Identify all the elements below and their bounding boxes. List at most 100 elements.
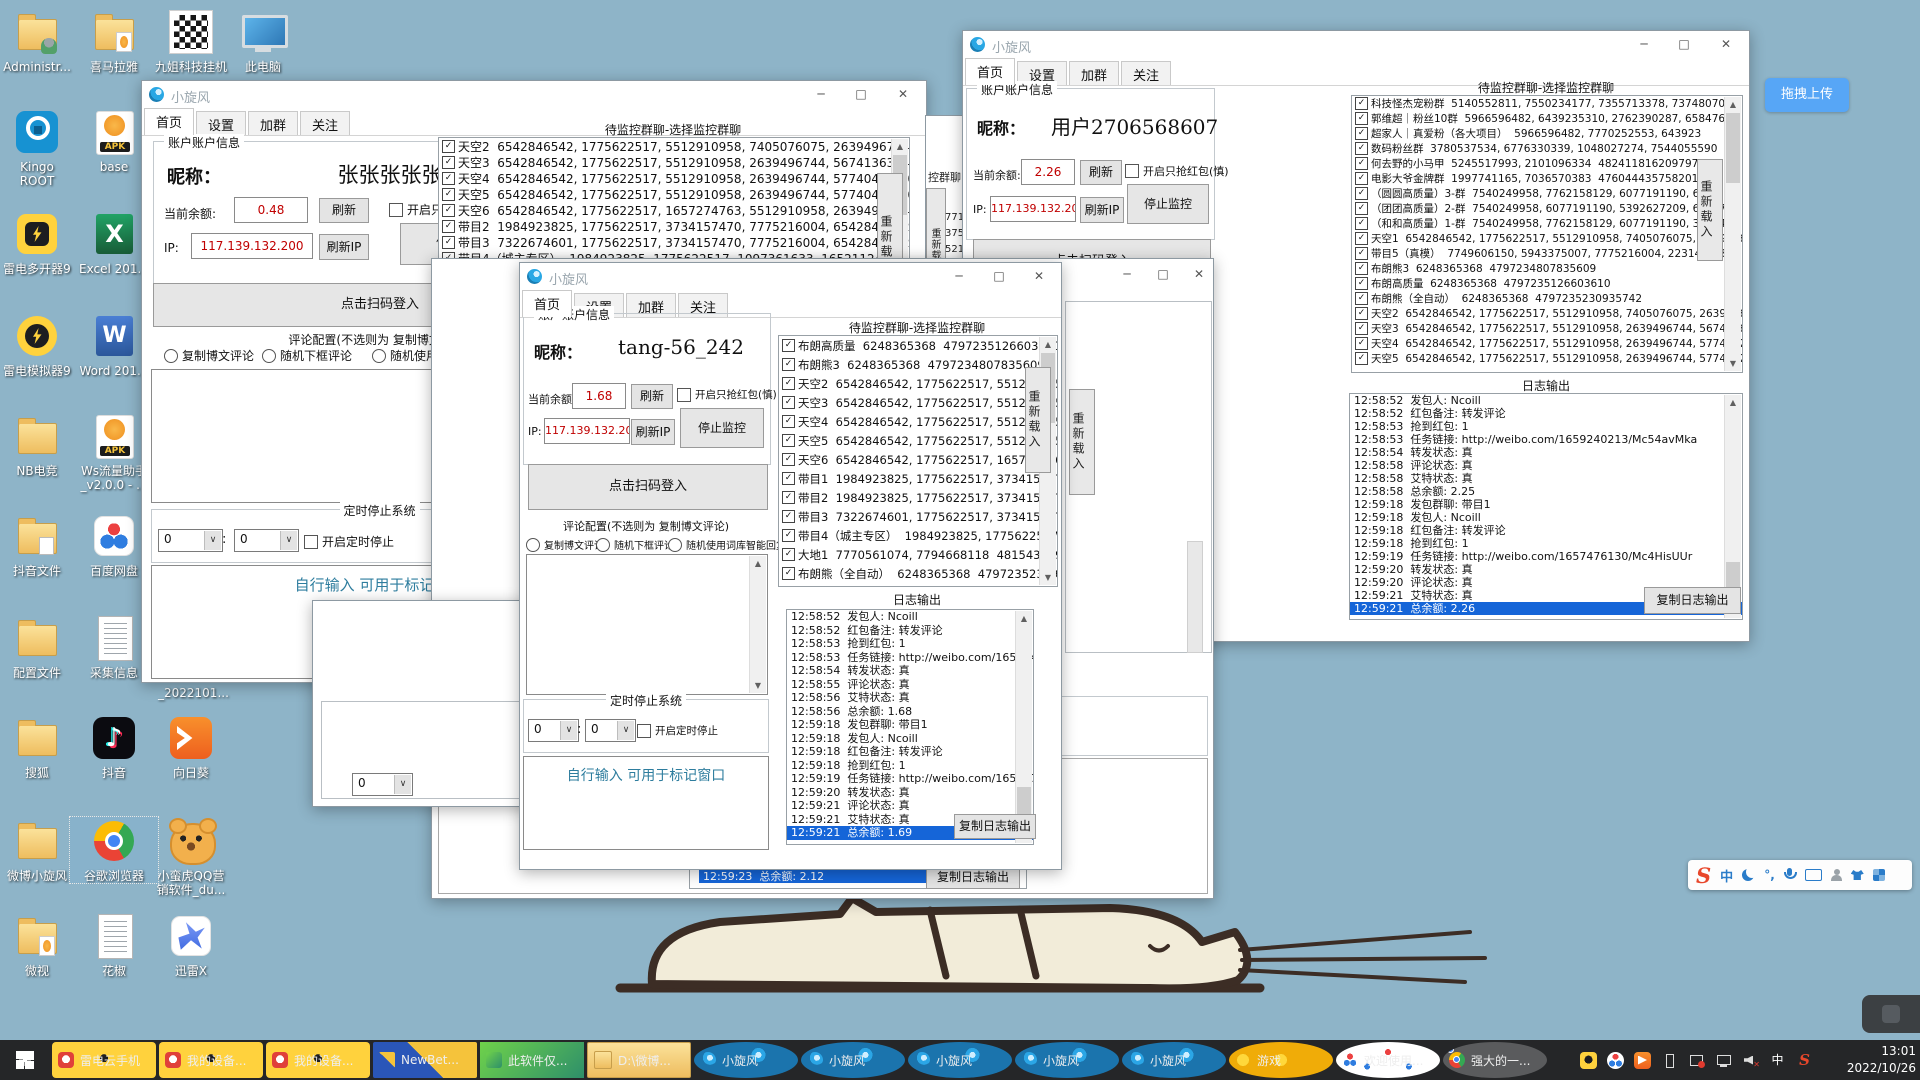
refresh-ip-button[interactable]: 刷新IP <box>631 419 675 445</box>
tab[interactable]: 首页 <box>144 108 195 135</box>
checked-checkbox-icon[interactable] <box>1355 157 1368 170</box>
checked-checkbox-icon[interactable] <box>1355 142 1368 155</box>
group-row[interactable]: 天空4 6542846542, 1775622517, 5512910958, … <box>779 412 1057 431</box>
corner-widget[interactable] <box>1862 995 1920 1033</box>
balance-field[interactable]: 0.48 <box>234 197 308 223</box>
group-row[interactable]: 布朗熊（全自动） 6248365368 4797235230935742 <box>1352 291 1742 306</box>
checked-checkbox-icon[interactable] <box>442 155 455 169</box>
tray-icon[interactable] <box>1688 1052 1705 1069</box>
close-icon[interactable] <box>1707 31 1745 57</box>
checked-checkbox-icon[interactable] <box>782 548 795 561</box>
taskbar-item[interactable]: 我的设备... <box>159 1042 263 1078</box>
checked-checkbox-icon[interactable] <box>782 358 795 371</box>
group-row[interactable]: 天空4 6542846542, 1775622517, 5512910958, … <box>1352 336 1742 351</box>
ip-field[interactable]: 117.139.132.200 <box>544 418 630 444</box>
log-row[interactable]: 12:58:58 艾特状态: 真 <box>1350 472 1742 485</box>
window-c-titlebar[interactable]: 小旋风 <box>520 263 1061 290</box>
checked-checkbox-icon[interactable] <box>782 339 795 352</box>
log-row[interactable]: 12:59:18 发包人: Ncoill <box>787 732 1033 746</box>
taskbar-item[interactable]: 雷电云手机 <box>52 1042 156 1078</box>
balance-field[interactable]: 2.26 <box>1021 159 1075 185</box>
group-row[interactable]: （团团高质量）2-群 7540249958, 6077191190, 53926… <box>1352 201 1742 216</box>
log-row-selected[interactable]: 12:59:23 总余额: 2.12 <box>699 870 927 883</box>
tab[interactable]: 加群 <box>1069 61 1120 85</box>
group-row[interactable]: 带目3 7322674601, 1775622517, 3734157470, … <box>439 234 909 250</box>
tab[interactable]: 首页 <box>522 290 573 317</box>
group-row[interactable]: 带目1 1984923825, 1775622517, 3734157470, … <box>779 469 1057 488</box>
tray-icon[interactable] <box>1634 1051 1651 1069</box>
checked-checkbox-icon[interactable] <box>1355 292 1368 305</box>
minimize-icon[interactable] <box>802 81 840 107</box>
group-row[interactable]: 天空3 6542846542, 1775622517, 5512910958, … <box>1352 321 1742 336</box>
copy-log-button[interactable]: 复制日志输出 <box>1644 587 1741 614</box>
tray-icon[interactable] <box>1661 1052 1678 1069</box>
group-row[interactable]: 天空5 6542846542, 1775622517, 5512910958, … <box>1352 351 1742 366</box>
sogou-toolbar-icon[interactable] <box>1830 869 1842 881</box>
tray-icon[interactable] <box>1715 1052 1732 1069</box>
close-icon[interactable] <box>884 81 922 107</box>
ip-field[interactable]: 117.139.132.200 <box>990 196 1076 222</box>
tab[interactable]: 设置 <box>196 111 247 135</box>
refresh-button[interactable]: 刷新 <box>1080 160 1122 185</box>
taskbar-item[interactable]: 小旋风 <box>1122 1042 1226 1078</box>
desktop-icon[interactable]: 抖音文件 <box>0 512 81 578</box>
sogou-toolbar-icon[interactable] <box>1804 869 1822 881</box>
minimize-icon[interactable] <box>1108 261 1146 287</box>
log-row[interactable]: 12:58:53 抢到红包: 1 <box>787 637 1033 651</box>
desktop-icon[interactable]: 微视 <box>0 912 81 978</box>
desktop-icon[interactable]: 配置文件 <box>0 614 81 680</box>
taskbar-item[interactable]: 小旋风 <box>1015 1042 1119 1078</box>
comment-textarea[interactable] <box>526 554 768 695</box>
group-row[interactable]: 带目4（城主专区） 1984923825, 1775622517, 109736… <box>779 526 1057 545</box>
checked-checkbox-icon[interactable] <box>1355 322 1368 335</box>
timer-hour-select[interactable]: 0 <box>528 719 579 742</box>
balance-field[interactable]: 1.68 <box>572 383 626 409</box>
monitor-group-list[interactable]: 科技怪杰宠粉群 5140552811, 7550234177, 73557133… <box>1351 95 1743 373</box>
taskbar-clock[interactable]: 13:01 2022/10/26 <box>1838 1043 1916 1077</box>
group-row[interactable]: 超家人｜真爱粉（各大项目） 5966596482, 7770252553, 64… <box>1352 126 1742 141</box>
checked-checkbox-icon[interactable] <box>442 219 455 233</box>
log-output[interactable]: 12:58:52 发包人: Ncoill 12:58:52 红包备注: 转发评论 1… <box>786 609 1034 845</box>
radio-option[interactable]: 随机下框评论 <box>262 347 352 364</box>
group-row[interactable]: 带目2 1984923825, 1775622517, 3734157470, … <box>439 218 909 234</box>
group-row[interactable]: 电影大爷金牌群 1997741165, 7036570383 476044435… <box>1352 171 1742 186</box>
radio-option[interactable]: 随机下框评论 <box>596 537 674 552</box>
log-row[interactable]: 12:58:55 评论状态: 真 <box>787 678 1033 692</box>
group-row[interactable]: （圆圆高质量）3-群 7540249958, 7762158129, 60771… <box>1352 186 1742 201</box>
taskbar-item[interactable]: 游戏 <box>1229 1042 1333 1078</box>
checked-checkbox-icon[interactable] <box>1355 97 1368 110</box>
log-row[interactable]: 12:58:53 任务链接: http://weibo.com/16592402… <box>787 651 1033 665</box>
timer-hour-select[interactable]: 0 <box>158 529 223 552</box>
radio-option[interactable]: 复制博文评论 <box>164 347 254 364</box>
taskbar-item[interactable]: 我的设备... <box>266 1042 370 1078</box>
log-row[interactable]: 12:58:52 发包人: Ncoill <box>1350 394 1742 407</box>
checked-checkbox-icon[interactable] <box>782 472 795 485</box>
checked-checkbox-icon[interactable] <box>442 203 455 217</box>
checked-checkbox-icon[interactable] <box>782 415 795 428</box>
log-row[interactable]: 12:59:18 红包备注: 转发评论 <box>1350 524 1742 537</box>
group-row[interactable]: 科技怪杰宠粉群 5140552811, 7550234177, 73557133… <box>1352 96 1742 111</box>
refresh-button[interactable]: 刷新 <box>319 198 369 223</box>
checked-checkbox-icon[interactable] <box>442 171 455 185</box>
reload-button[interactable]: 重新载入 <box>1069 389 1095 495</box>
group-row[interactable]: 何去野的小马甲 5245517993, 2101096334 482411816… <box>1352 156 1742 171</box>
log-output[interactable]: 12:58:52 发包人: Ncoill 12:58:52 红包备注: 转发评论 1… <box>1349 393 1743 620</box>
log-row[interactable]: 12:58:54 转发状态: 真 <box>787 664 1033 678</box>
desktop-icon[interactable]: 抖音 <box>70 714 158 780</box>
reload-button[interactable]: 重新载入 <box>1025 367 1051 473</box>
sogou-toolbar-icon[interactable] <box>1764 868 1775 883</box>
checked-checkbox-icon[interactable] <box>442 235 455 249</box>
log-row[interactable]: 12:59:18 抢到红包: 1 <box>787 759 1033 773</box>
stop-monitor-button[interactable]: 停止监控 <box>1127 184 1209 224</box>
tray-icon[interactable] <box>1580 1051 1597 1069</box>
timer-select[interactable]: 0 <box>352 773 413 796</box>
tray-icon[interactable]: S <box>1796 1051 1813 1069</box>
tab[interactable]: 关注 <box>300 111 351 135</box>
desktop-icon[interactable]: 向日葵 <box>147 714 235 780</box>
log-row[interactable]: 12:59:21 评论状态: 真 <box>787 799 1033 813</box>
group-row[interactable]: 天空5 6542846542, 1775622517, 5512910958, … <box>779 431 1057 450</box>
group-row[interactable]: 天空2 6542846542, 1775622517, 5512910958, … <box>779 374 1057 393</box>
scrollbar[interactable] <box>1724 395 1741 618</box>
only-redpacket-checkbox[interactable]: 开启只抢红包(慎) <box>677 387 777 402</box>
checked-checkbox-icon[interactable] <box>1355 172 1368 185</box>
